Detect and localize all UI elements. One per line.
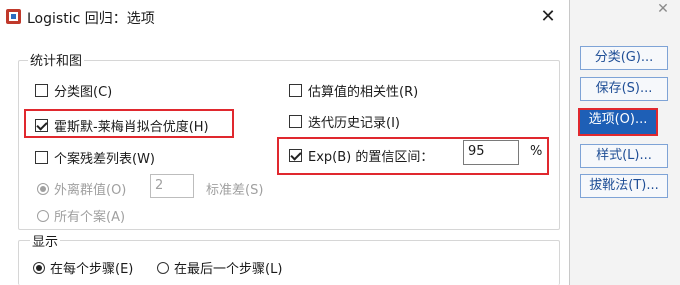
all-cases-label: 所有个案(A) [54, 210, 126, 225]
each-step-label: 在每个步骤(E) [50, 262, 134, 277]
close-icon[interactable]: ✕ [536, 6, 560, 28]
classification-plot-checkbox[interactable]: 分类图(C) [35, 81, 112, 100]
logistic-options-dialog: Logistic 回归：选项 ✕ 统计和图 分类图(C) 霍斯默-莱梅肖拟合优度… [0, 0, 570, 285]
background-close-icon[interactable]: ✕ [652, 0, 674, 22]
estimate-correlations-box[interactable] [289, 84, 302, 97]
save-button[interactable]: 保存(S)... [580, 77, 668, 101]
each-step-radio[interactable]: 在每个步骤(E) [33, 258, 133, 277]
ci-exp-b-checkbox[interactable]: Exp(B) 的置信区间： [289, 146, 433, 165]
outliers-radio-dot [37, 182, 49, 195]
casewise-list-checkbox[interactable]: 个案残差列表(W) [35, 148, 155, 167]
stats-group-label: 统计和图 [28, 50, 85, 69]
ci-level-input[interactable]: 95 [463, 140, 519, 165]
iteration-history-box[interactable] [289, 115, 302, 128]
each-step-radio-dot[interactable] [33, 261, 45, 274]
all-cases-radio-dot [37, 209, 49, 222]
hosmer-lemeshow-box[interactable] [35, 119, 48, 132]
iteration-history-checkbox[interactable]: 迭代历史记录(I) [289, 112, 400, 131]
last-step-label: 在最后一个步骤(L) [174, 262, 283, 277]
background-window [570, 0, 680, 285]
ci-exp-b-label: Exp(B) 的置信区间： [308, 150, 434, 165]
options-button[interactable]: 选项(O)... [578, 108, 658, 136]
ci-percent-label: % [530, 144, 543, 159]
hosmer-lemeshow-checkbox[interactable]: 霍斯默-莱梅肖拟合优度(H) [35, 116, 209, 135]
ci-exp-b-box[interactable] [289, 149, 302, 162]
last-step-radio-dot[interactable] [157, 261, 169, 274]
iteration-history-label: 迭代历史记录(I) [308, 116, 400, 131]
window-title: Logistic 回归：选项 [27, 11, 155, 27]
outliers-std-input: 2 [150, 174, 194, 198]
casewise-list-label: 个案残差列表(W) [54, 152, 155, 167]
title-bar: Logistic 回归：选项 ✕ [0, 0, 569, 34]
all-cases-radio: 所有个案(A) [37, 206, 125, 225]
bootstrap-button[interactable]: 拔靴法(T)... [580, 174, 668, 198]
classification-button[interactable]: 分类(G)... [580, 46, 668, 70]
outliers-radio: 外离群值(O) [37, 179, 126, 198]
style-button[interactable]: 样式(L)... [580, 144, 668, 168]
hosmer-lemeshow-label: 霍斯默-莱梅肖拟合优度(H) [54, 120, 209, 135]
estimate-correlations-checkbox[interactable]: 估算值的相关性(R) [289, 81, 418, 100]
estimate-correlations-label: 估算值的相关性(R) [308, 85, 419, 100]
classification-plot-box[interactable] [35, 84, 48, 97]
last-step-radio[interactable]: 在最后一个步骤(L) [157, 258, 282, 277]
casewise-list-box[interactable] [35, 151, 48, 164]
std-dev-label: 标准差(S) [206, 183, 264, 198]
classification-plot-label: 分类图(C) [54, 85, 113, 100]
display-group-label: 显示 [30, 231, 61, 250]
app-icon [6, 9, 21, 24]
outliers-label: 外离群值(O) [54, 183, 127, 198]
